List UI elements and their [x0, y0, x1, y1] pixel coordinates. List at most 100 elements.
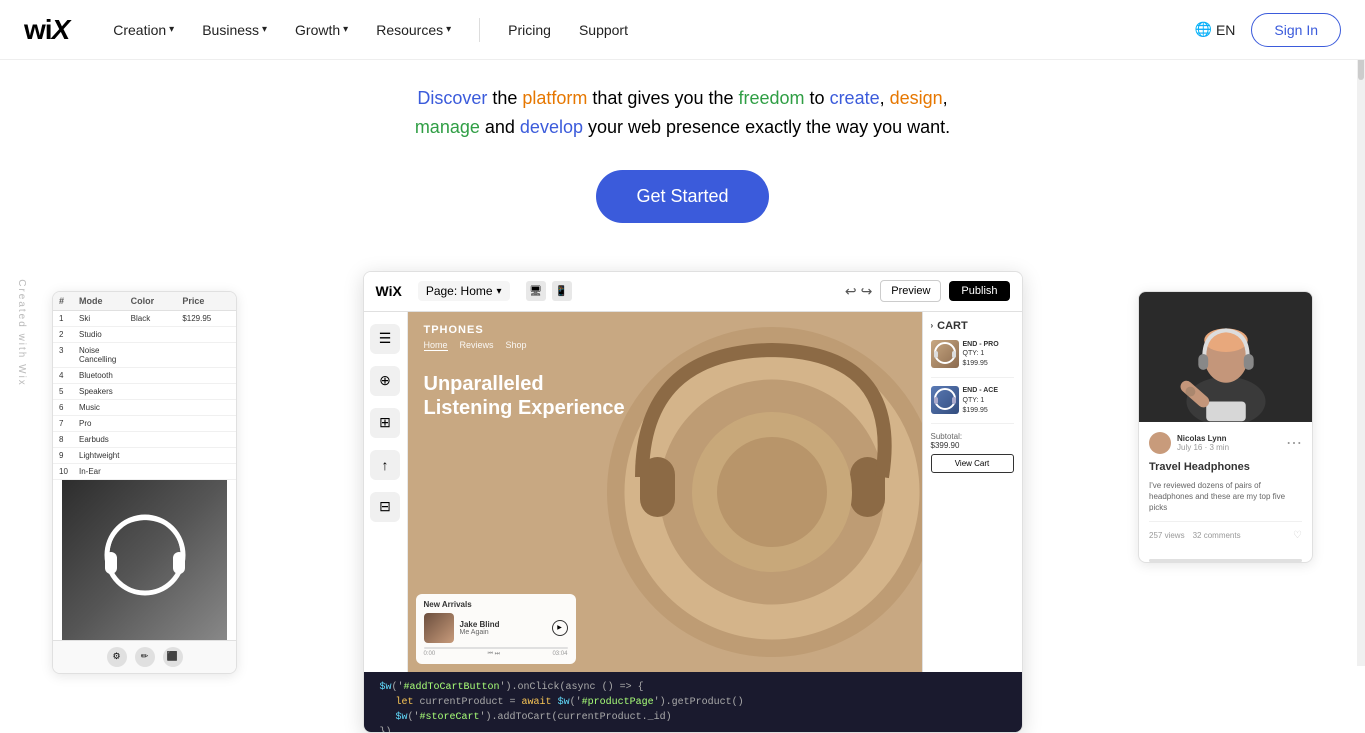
chevron-down-icon: ▾: [446, 24, 451, 35]
chevron-down-icon: ▾: [169, 24, 174, 35]
product-preview-image: [62, 480, 227, 640]
new-arrivals-label: New Arrivals: [424, 600, 568, 609]
view-count: 257 views: [1149, 531, 1185, 540]
chevron-left-icon: ›: [931, 321, 934, 330]
publish-button[interactable]: Publish: [949, 281, 1009, 301]
showcase-section: # Mode Color Price 1SkiBlack$129.95 2Stu…: [0, 271, 1365, 733]
sign-in-button[interactable]: Sign In: [1251, 13, 1341, 47]
undo-icon[interactable]: ↩: [845, 283, 857, 300]
preview-button[interactable]: Preview: [880, 280, 941, 302]
nav-right: 🌐 EN Sign In: [1195, 13, 1341, 47]
blog-title: Travel Headphones: [1149, 460, 1302, 474]
hero-section: Discover the platform that gives you the…: [0, 60, 1365, 271]
editor-body: ☰ ⊕ ⊞ ↑ ⊟ TPH: [364, 312, 1022, 672]
nav-item-resources[interactable]: Resources ▾: [364, 16, 463, 44]
wix-logo[interactable]: wiX: [24, 14, 69, 46]
navbar: wiX Creation ▾ Business ▾ Growth ▾ Resou…: [0, 0, 1365, 60]
upload-icon[interactable]: ↑: [370, 450, 400, 480]
table-row: 3Noise Cancelling: [53, 343, 236, 368]
blog-excerpt: I've reviewed dozens of pairs of headpho…: [1149, 480, 1302, 514]
desktop-icon[interactable]: 🖥: [526, 281, 546, 301]
player-controls: ⏮ ⏭: [488, 651, 500, 658]
new-arrivals-section: New Arrivals Jake Blind Me Again ▶: [416, 594, 576, 664]
more-options-icon[interactable]: ⋯: [1286, 433, 1302, 453]
table-row: 2Studio: [53, 327, 236, 343]
language-selector[interactable]: 🌐 EN: [1195, 21, 1236, 38]
comment-count: 32 comments: [1193, 531, 1241, 540]
page-selector[interactable]: Page: Home ▾: [418, 281, 510, 301]
cart-subtotal: Subtotal: $399.90: [931, 432, 1014, 450]
store-headline: Unparalleled Listening Experience: [424, 372, 625, 420]
left-panel: # Mode Color Price 1SkiBlack$129.95 2Stu…: [52, 291, 237, 674]
table-row: 10In-Ear: [53, 464, 236, 480]
image-icon[interactable]: ⬛: [163, 647, 183, 667]
blog-author: Nicolas Lynn July 16 · 3 min ⋯: [1149, 432, 1302, 454]
song-title: Jake Blind: [460, 620, 546, 629]
store-header: TPHONES Home Reviews Shop: [424, 324, 527, 351]
nav-item-support[interactable]: Support: [567, 16, 640, 44]
cart-panel: › CART END - PRO QTY: 1 $199.95: [922, 312, 1022, 672]
apps-icon[interactable]: ⊞: [370, 408, 400, 438]
store-name: TPHONES: [424, 324, 527, 336]
cart-item-2: END - ACE QTY: 1 $199.95: [931, 386, 1014, 424]
undo-redo: ↩ ↪: [845, 283, 872, 300]
store-nav-reviews[interactable]: Reviews: [460, 340, 494, 351]
cart-item-image: [931, 340, 959, 368]
store-nav-shop[interactable]: Shop: [506, 340, 527, 351]
store-nav-home[interactable]: Home: [424, 340, 448, 351]
code-line-3: $w('#storeCart').addToCart(currentProduc…: [380, 710, 1006, 725]
player-info: Jake Blind Me Again: [460, 620, 546, 636]
main-editor: WiX Page: Home ▾ 🖥 📱 ↩ ↪ Preview Publish: [363, 271, 1023, 733]
editor-wix-logo: WiX: [376, 283, 402, 299]
chevron-down-icon: ▾: [343, 24, 348, 35]
nav-item-business[interactable]: Business ▾: [190, 16, 279, 44]
settings-icon[interactable]: ⚙: [107, 647, 127, 667]
editor-view-icons: 🖥 📱: [526, 281, 572, 301]
nav-item-growth[interactable]: Growth ▾: [283, 16, 360, 44]
nav-item-creation[interactable]: Creation ▾: [101, 16, 186, 44]
store-nav: Home Reviews Shop: [424, 340, 527, 351]
like-icon[interactable]: ♡: [1293, 530, 1302, 541]
table-row: 1SkiBlack$129.95: [53, 311, 236, 327]
cart-item-1: END - PRO QTY: 1 $199.95: [931, 340, 1014, 378]
author-info: Nicolas Lynn July 16 · 3 min: [1177, 434, 1229, 452]
pages-icon[interactable]: ☰: [370, 324, 400, 354]
blog-stats: 257 views 32 comments ♡: [1149, 521, 1302, 541]
code-panel: $w('#addToCartButton').onClick(async () …: [364, 672, 1022, 732]
chevron-down-icon: ▾: [262, 24, 267, 35]
editor-topbar: WiX Page: Home ▾ 🖥 📱 ↩ ↪ Preview Publish: [364, 272, 1022, 312]
view-cart-button[interactable]: View Cart: [931, 454, 1014, 473]
editor-sidebar: ☰ ⊕ ⊞ ↑ ⊟: [364, 312, 408, 672]
cart-title: › CART: [931, 320, 1014, 332]
editor-canvas: TPHONES Home Reviews Shop Unparalleled L…: [408, 312, 922, 672]
editor-actions: ↩ ↪ Preview Publish: [845, 280, 1010, 302]
created-with-wix-label: Created with Wix: [16, 279, 27, 387]
table-row: 9Lightweight: [53, 448, 236, 464]
table-row: 6Music: [53, 400, 236, 416]
table-row: 7Pro: [53, 416, 236, 432]
cart-item-info: END - PRO QTY: 1 $199.95: [963, 340, 999, 369]
code-line-1: $w('#addToCartButton').onClick(async () …: [380, 680, 1006, 695]
nav-item-pricing[interactable]: Pricing: [496, 16, 563, 44]
get-started-button[interactable]: Get Started: [596, 170, 768, 223]
blog-divider: [1149, 559, 1302, 562]
add-elements-icon[interactable]: ⊕: [370, 366, 400, 396]
album-art: [424, 613, 454, 643]
globe-icon: 🌐: [1195, 21, 1212, 38]
layers-icon[interactable]: ⊟: [370, 492, 400, 522]
cart-item-info: END - ACE QTY: 1 $199.95: [963, 386, 999, 415]
play-button[interactable]: ▶: [552, 620, 568, 636]
progress-bar[interactable]: [424, 647, 568, 649]
redo-icon[interactable]: ↪: [861, 283, 873, 300]
hero-subtitle: Discover the platform that gives you the…: [415, 84, 950, 142]
mobile-icon[interactable]: 📱: [552, 281, 572, 301]
code-line-2: let currentProduct = await $w('#productP…: [380, 695, 1006, 710]
author-avatar: [1149, 432, 1171, 454]
table-row: 4Bluetooth: [53, 368, 236, 384]
table-row: 8Earbuds: [53, 432, 236, 448]
song-artist: Me Again: [460, 629, 546, 636]
edit-icon[interactable]: ✏: [135, 647, 155, 667]
blog-content: Nicolas Lynn July 16 · 3 min ⋯ Travel He…: [1139, 422, 1312, 552]
nav-separator: [479, 18, 480, 42]
table-header: # Mode Color Price: [53, 292, 236, 311]
